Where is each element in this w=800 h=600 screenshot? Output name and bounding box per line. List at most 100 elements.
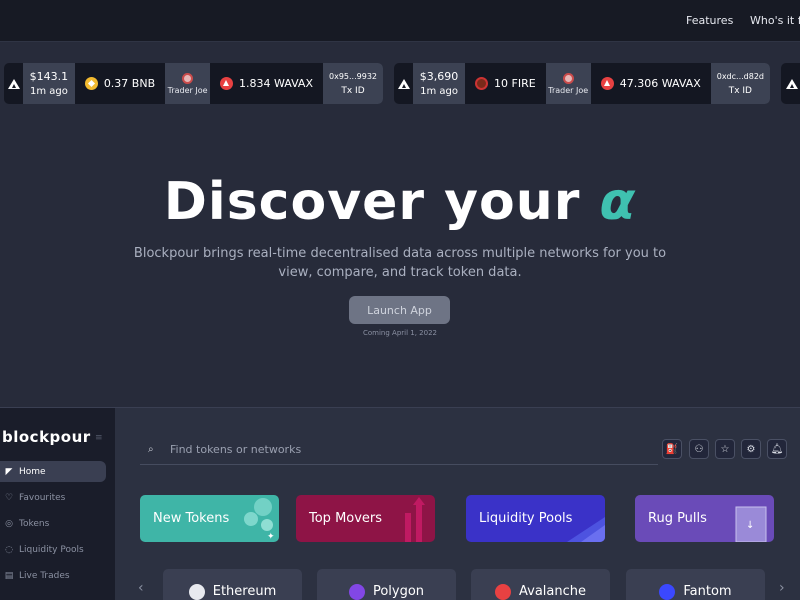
category-label: Rug Pulls [648, 511, 707, 526]
ticker-price: $3,690 [419, 69, 459, 83]
prev-arrow-icon[interactable]: ‹ [138, 580, 144, 596]
ticker-token-in: 10 FIRE [465, 63, 546, 104]
network-ethereum[interactable]: Ethereum [163, 569, 302, 600]
category-top-movers[interactable]: Top Movers [296, 495, 435, 542]
ticker-token-out: 1.834 WAVAX [210, 63, 323, 104]
heart-icon: ♡ [4, 492, 14, 503]
ticker-card-partial[interactable] [781, 63, 800, 104]
avalanche-logo-icon [394, 63, 413, 104]
ticker-price-block: $3,690 1m ago [413, 63, 466, 104]
svg-text:✦: ✦ [267, 532, 275, 542]
ticker-tx[interactable]: 0xdc...d82d Tx ID [710, 63, 770, 104]
ticker-time: 1m ago [420, 85, 458, 97]
category-liquidity-pools[interactable]: Liquidity Pools [466, 495, 605, 542]
nav-link-whos-it-for[interactable]: Who's it f [750, 14, 800, 27]
ethereum-icon [188, 584, 205, 600]
avalanche-icon [495, 584, 511, 600]
star-icon[interactable]: ☆ [715, 439, 735, 459]
search-bar[interactable]: ⌕ Find tokens or networks [140, 434, 658, 465]
ticker-tx-hash: 0x95...9932 [329, 71, 377, 81]
ticker-token-out: 47.306 WAVAX [591, 63, 711, 104]
ticker-time: 1m ago [29, 85, 68, 97]
sidebar-item-label: Live Trades [19, 570, 70, 581]
bell-icon[interactable]: 🔔︎ [767, 439, 787, 459]
ticker-tx-label: Tx ID [728, 85, 752, 96]
ticker-dex-name: Trader Joe [548, 85, 589, 95]
collapse-sidebar-icon[interactable]: ≡ [95, 433, 103, 443]
brand-logo: blockpour [2, 428, 91, 446]
trades-icon: ▤ [4, 570, 14, 581]
search-input[interactable]: Find tokens or networks [170, 443, 301, 456]
category-label: New Tokens [153, 511, 230, 526]
trade-ticker: $143.1 1m ago 0.37 BNB Trader Joe 1.834 … [0, 63, 800, 105]
category-rug-pulls[interactable]: Rug Pulls ↓ [635, 495, 774, 542]
fire-icon [475, 77, 489, 90]
nav-link-features[interactable]: Features [686, 14, 733, 27]
sidebar-item-label: Home [19, 466, 46, 477]
sidebar-item-live-trades[interactable]: ▤ Live Trades [0, 565, 106, 586]
avax-icon [600, 77, 614, 90]
sidebar-item-tokens[interactable]: ◎ Tokens [0, 513, 106, 534]
ticker-token-out-amount: 1.834 WAVAX [239, 77, 313, 90]
sidebar-item-favourites[interactable]: ♡ Favourites [0, 487, 106, 508]
avalanche-logo-icon [781, 63, 800, 104]
token-swap-icon[interactable]: ⚇ [689, 439, 709, 459]
search-icon: ⌕ [148, 443, 154, 455]
hero-title-text: Discover your [163, 172, 581, 232]
trader-joe-icon [562, 72, 574, 84]
ticker-dex: Trader Joe [545, 63, 591, 104]
app-preview: blockpour ≡ ◤ Home ♡ Favourites ◎ Tokens ◌ L… [0, 407, 800, 600]
bubbles-illustration-icon: ✦ [244, 498, 275, 542]
gas-icon[interactable]: ⛽ [662, 439, 682, 459]
ticker-card[interactable]: $3,690 1m ago 10 FIRE Trader Joe 47.306 … [394, 63, 770, 104]
ticker-token-out-amount: 47.306 WAVAX [619, 77, 701, 90]
twitter-bird-icon: ◤ [5, 466, 13, 477]
next-arrow-icon[interactable]: › [779, 580, 785, 596]
network-avalanche[interactable]: Avalanche [471, 569, 610, 600]
network-polygon[interactable]: Polygon [317, 569, 456, 600]
sidebar: blockpour ≡ ◤ Home ♡ Favourites ◎ Tokens ◌ L… [0, 408, 115, 600]
bnb-icon [84, 77, 98, 90]
top-navbar: Features Who's it f [0, 0, 800, 42]
ticker-card[interactable]: $143.1 1m ago 0.37 BNB Trader Joe 1.834 … [4, 63, 383, 104]
avax-icon [220, 77, 234, 90]
pool-illustration-icon [567, 517, 605, 542]
polygon-icon [348, 584, 365, 600]
hero-title: Discover your α [0, 172, 800, 232]
network-fantom[interactable]: Fantom [626, 569, 765, 600]
fantom-icon [659, 584, 676, 600]
launch-app-button[interactable]: Launch App [349, 296, 450, 324]
network-label: Ethereum [212, 584, 277, 599]
settings-icon[interactable]: ⚙ [741, 439, 761, 459]
network-label: Polygon [372, 584, 425, 599]
ticker-token-in-amount: 0.37 BNB [103, 77, 156, 90]
sidebar-item-label: Liquidity Pools [19, 544, 84, 555]
svg-text:↓: ↓ [746, 520, 754, 531]
network-label: Avalanche [519, 584, 586, 599]
sidebar-item-label: Tokens [19, 518, 50, 529]
ticker-price-block: $143.1 1m ago [23, 63, 75, 104]
ticker-dex-name: Trader Joe [167, 85, 208, 95]
rising-bars-illustration-icon [405, 497, 425, 542]
ticker-tx-hash: 0xdc...d82d [716, 71, 764, 81]
alpha-symbol: α [599, 172, 637, 232]
coins-icon: ◎ [5, 518, 13, 529]
sidebar-item-label: Favourites [19, 492, 66, 503]
ticker-price: $143.1 [29, 69, 69, 83]
sidebar-item-home[interactable]: ◤ Home [0, 461, 106, 482]
category-label: Top Movers [309, 511, 383, 526]
launch-date-note: Coming April 1, 2022 [363, 329, 437, 337]
ticker-tx[interactable]: 0x95...9932 Tx ID [323, 63, 383, 104]
ticker-dex: Trader Joe [165, 63, 211, 104]
trader-joe-icon [182, 72, 194, 84]
ticker-tx-label: Tx ID [341, 85, 365, 96]
ticker-token-in: 0.37 BNB [75, 63, 165, 104]
hero-subtitle: Blockpour brings real-time decentralised… [133, 246, 667, 280]
sidebar-item-liquidity-pools[interactable]: ◌ Liquidity Pools [0, 539, 106, 560]
rug-pull-illustration-icon: ↓ [735, 506, 767, 542]
pool-icon: ◌ [5, 544, 13, 555]
category-new-tokens[interactable]: New Tokens ✦ [140, 495, 279, 542]
avalanche-logo-icon [4, 63, 23, 104]
network-label: Fantom [683, 584, 732, 599]
main-panel: ⌕ Find tokens or networks ⛽ ⚇ ☆ ⚙ 🔔︎ New… [115, 408, 800, 600]
